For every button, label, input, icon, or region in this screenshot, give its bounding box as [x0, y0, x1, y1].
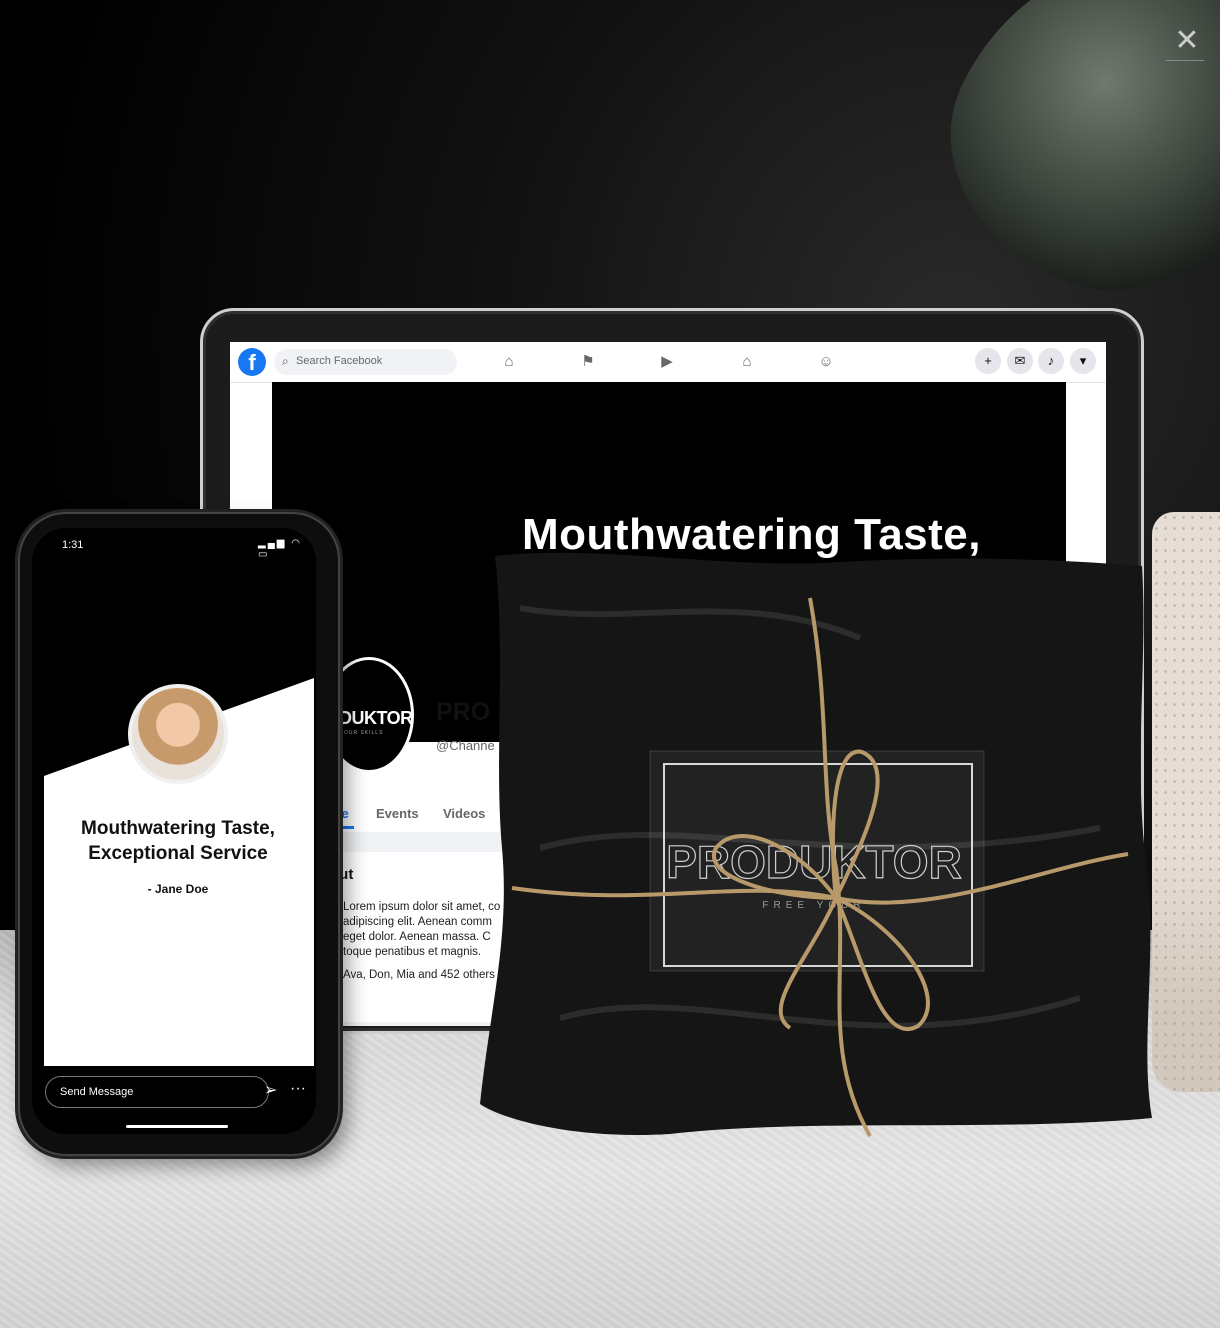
vase	[1152, 512, 1220, 1092]
home-icon[interactable]: ⌂	[498, 351, 520, 373]
close-underline	[1166, 60, 1204, 61]
flag-icon[interactable]: ⚑	[577, 351, 599, 373]
status-signal-wifi-battery-icon: ▂▄▆ ◠ ▭	[258, 538, 302, 560]
profile-logo-subtext: E YOUR SKILLS	[333, 730, 384, 736]
tab-events[interactable]: Events	[376, 806, 419, 821]
search-placeholder: Search Facebook	[296, 355, 383, 367]
facebook-topbar: f ⌕ Search Facebook ⌂ ⚑ ▶ ⌂ ☺ + ✉ ♪ ▾	[230, 342, 1106, 383]
story-title: Mouthwatering Taste, Exceptional Service	[81, 818, 275, 864]
marketplace-icon[interactable]: ⌂	[736, 351, 758, 373]
status-time: 1:31	[62, 539, 84, 551]
facebook-logo-icon[interactable]: f	[238, 348, 266, 376]
groups-icon[interactable]: ☺	[815, 351, 837, 373]
phone-notch	[128, 528, 224, 550]
package-label: PRODUKTOR	[666, 836, 962, 888]
home-indicator[interactable]	[126, 1125, 228, 1128]
phone-screen: 1:31 ▂▄▆ ◠ ▭ Mouthwatering Taste, Except…	[32, 528, 316, 1134]
close-button[interactable]: ✕	[1168, 24, 1206, 62]
likes-text[interactable]: Ava, Don, Mia and 452 others	[343, 969, 495, 981]
search-icon: ⌕	[282, 354, 289, 368]
more-options-icon[interactable]: ···	[290, 1080, 306, 1098]
caret-down-icon[interactable]: ▾	[1070, 348, 1096, 374]
plus-icon[interactable]: +	[975, 348, 1001, 374]
profile-logo-text: DUKTOR	[339, 708, 413, 728]
avatar[interactable]	[128, 684, 228, 784]
story-author: - Jane Doe	[147, 882, 209, 896]
wrapped-package: PRODUKTOR FREE YOUR	[480, 552, 1152, 1137]
send-message-input[interactable]: Send Message	[45, 1076, 269, 1108]
bell-icon[interactable]: ♪	[1038, 348, 1064, 374]
send-icon[interactable]: ➢	[264, 1080, 277, 1100]
video-icon[interactable]: ▶	[656, 351, 678, 373]
messenger-icon[interactable]: ✉	[1007, 348, 1033, 374]
search-input[interactable]: ⌕ Search Facebook	[274, 349, 457, 375]
